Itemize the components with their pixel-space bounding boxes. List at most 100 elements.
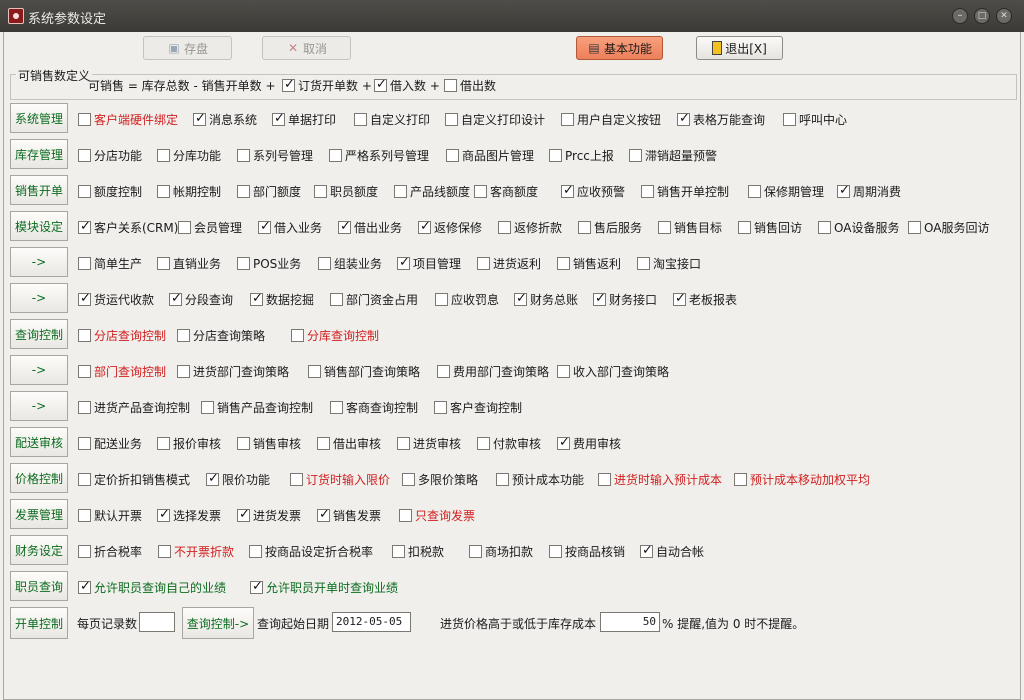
- setting-checkbox[interactable]: 扣税款: [392, 543, 444, 560]
- checkbox-checked-icon[interactable]: [338, 219, 351, 234]
- setting-checkbox[interactable]: 借出审核: [317, 435, 381, 452]
- setting-checkbox[interactable]: 销售发票: [317, 507, 381, 524]
- setting-checkbox[interactable]: 分段查询: [169, 291, 233, 308]
- checkbox-unchecked-icon[interactable]: [78, 473, 91, 486]
- row-label-button[interactable]: 价格控制: [10, 463, 68, 493]
- setting-checkbox[interactable]: 允许职员查询自己的业绩: [78, 579, 226, 596]
- setting-checkbox[interactable]: 老板报表: [673, 291, 737, 308]
- checkbox-unchecked-icon[interactable]: [434, 401, 447, 414]
- setting-checkbox[interactable]: 订货时输入限价: [290, 471, 390, 488]
- checkbox-unchecked-icon[interactable]: [237, 257, 250, 270]
- checkbox-unchecked-icon[interactable]: [157, 185, 170, 198]
- setting-checkbox[interactable]: 不开票折款: [158, 543, 234, 560]
- setting-checkbox[interactable]: 客户端硬件绑定: [78, 111, 178, 128]
- setting-checkbox[interactable]: 按商品设定折合税率: [249, 543, 373, 560]
- checkbox-unchecked-icon[interactable]: [237, 437, 250, 450]
- checkbox-unchecked-icon[interactable]: [78, 365, 91, 378]
- setting-checkbox[interactable]: 呼叫中心: [783, 111, 847, 128]
- checkbox-unchecked-icon[interactable]: [818, 221, 831, 234]
- row-label-button[interactable]: 库存管理: [10, 139, 68, 169]
- row-label-button[interactable]: ->: [10, 283, 68, 313]
- checkbox-unchecked-icon[interactable]: [329, 149, 342, 162]
- setting-checkbox[interactable]: Prcc上报: [549, 147, 614, 164]
- cancel-button[interactable]: ✕ 取消: [262, 36, 351, 60]
- checkbox-checked-icon[interactable]: [237, 507, 250, 522]
- setting-checkbox[interactable]: 分店功能: [78, 147, 142, 164]
- checkbox-unchecked-icon[interactable]: [477, 437, 490, 450]
- setting-checkbox[interactable]: 保修期管理: [748, 183, 824, 200]
- checkbox-unchecked-icon[interactable]: [477, 257, 490, 270]
- checkbox-unchecked-icon[interactable]: [402, 473, 415, 486]
- setting-checkbox[interactable]: 职员额度: [314, 183, 378, 200]
- checkbox-checked-icon[interactable]: [272, 111, 285, 126]
- start-date-input[interactable]: 2012-05-05: [332, 612, 411, 632]
- checkbox-checked-icon[interactable]: [78, 579, 91, 594]
- setting-checkbox[interactable]: 只查询发票: [399, 507, 475, 524]
- setting-checkbox[interactable]: 系列号管理: [237, 147, 313, 164]
- checkbox-unchecked-icon[interactable]: [157, 437, 170, 450]
- setting-checkbox[interactable]: 用户自定义按钮: [561, 111, 661, 128]
- setting-checkbox[interactable]: 分库功能: [157, 147, 221, 164]
- checkbox-unchecked-icon[interactable]: [308, 365, 321, 378]
- row-label-button[interactable]: ->: [10, 247, 68, 277]
- setting-checkbox[interactable]: 分店查询控制: [78, 327, 166, 344]
- checkbox-unchecked-icon[interactable]: [474, 185, 487, 198]
- checkbox-unchecked-icon[interactable]: [290, 473, 303, 486]
- checkbox-checked-icon[interactable]: [673, 291, 686, 306]
- setting-checkbox[interactable]: 严格系列号管理: [329, 147, 429, 164]
- setting-checkbox[interactable]: 销售部门查询策略: [308, 363, 420, 380]
- setting-checkbox[interactable]: 借出业务: [338, 219, 402, 236]
- checkbox-unchecked-icon[interactable]: [557, 257, 570, 270]
- checkbox-unchecked-icon[interactable]: [330, 293, 343, 306]
- setting-checkbox[interactable]: 部门资金占用: [330, 291, 418, 308]
- checkbox-unchecked-icon[interactable]: [78, 257, 91, 270]
- checkbox-unchecked-icon[interactable]: [157, 149, 170, 162]
- checkbox-unchecked-icon[interactable]: [578, 221, 591, 234]
- checkbox-unchecked-icon[interactable]: [78, 509, 91, 522]
- checkbox-unchecked-icon[interactable]: [637, 257, 650, 270]
- checkbox-unchecked-icon[interactable]: [734, 473, 747, 486]
- checkbox-checked-icon[interactable]: [78, 291, 91, 306]
- row-label-button[interactable]: 模块设定: [10, 211, 68, 241]
- setting-checkbox[interactable]: 费用部门查询策略: [437, 363, 549, 380]
- setting-checkbox[interactable]: 部门额度: [237, 183, 301, 200]
- checkbox-unchecked-icon[interactable]: [237, 185, 250, 198]
- row-label-order-control[interactable]: 开单控制: [10, 607, 68, 639]
- checkbox-unchecked-icon[interactable]: [783, 113, 796, 126]
- setting-checkbox[interactable]: 定价折扣销售模式: [78, 471, 190, 488]
- setting-checkbox[interactable]: 付款审核: [477, 435, 541, 452]
- checkbox-unchecked-icon[interactable]: [498, 221, 511, 234]
- setting-checkbox[interactable]: 借入业务: [258, 219, 322, 236]
- setting-checkbox[interactable]: 客户关系(CRM): [78, 219, 178, 236]
- checkbox-checked-icon[interactable]: [593, 291, 606, 306]
- setting-checkbox[interactable]: 销售产品查询控制: [201, 399, 313, 416]
- close-button[interactable]: [996, 8, 1012, 24]
- setting-checkbox[interactable]: 帐期控制: [157, 183, 221, 200]
- setting-checkbox[interactable]: 直销业务: [157, 255, 221, 272]
- setting-checkbox[interactable]: 折合税率: [78, 543, 142, 560]
- setting-checkbox[interactable]: 售后服务: [578, 219, 642, 236]
- row-label-button[interactable]: 配送审核: [10, 427, 68, 457]
- setting-checkbox[interactable]: 自动合帐: [640, 543, 704, 560]
- setting-checkbox[interactable]: 滞销超量预警: [629, 147, 717, 164]
- setting-checkbox[interactable]: 应收罚息: [435, 291, 499, 308]
- checkbox-unchecked-icon[interactable]: [557, 365, 570, 378]
- row-label-button[interactable]: 财务设定: [10, 535, 68, 565]
- checkbox-unchecked-icon[interactable]: [158, 545, 171, 558]
- setting-checkbox[interactable]: 返修保修: [418, 219, 482, 236]
- checkbox-unchecked-icon[interactable]: [437, 365, 450, 378]
- checkbox-unchecked-icon[interactable]: [397, 437, 410, 450]
- checkbox-unchecked-icon[interactable]: [738, 221, 751, 234]
- checkbox-unchecked-icon[interactable]: [549, 545, 562, 558]
- setting-checkbox[interactable]: 限价功能: [206, 471, 270, 488]
- setting-checkbox[interactable]: 财务总账: [514, 291, 578, 308]
- checkbox-checked-icon[interactable]: [206, 471, 219, 486]
- row-label-button[interactable]: 系统管理: [10, 103, 68, 133]
- checkbox-checked-icon[interactable]: [169, 291, 182, 306]
- setting-checkbox[interactable]: 自定义打印设计: [445, 111, 545, 128]
- minimize-button[interactable]: [952, 8, 968, 24]
- setting-checkbox[interactable]: 销售返利: [557, 255, 621, 272]
- setting-checkbox[interactable]: POS业务: [237, 255, 301, 272]
- maximize-button[interactable]: [974, 8, 990, 24]
- checkbox-unchecked-icon[interactable]: [177, 329, 190, 342]
